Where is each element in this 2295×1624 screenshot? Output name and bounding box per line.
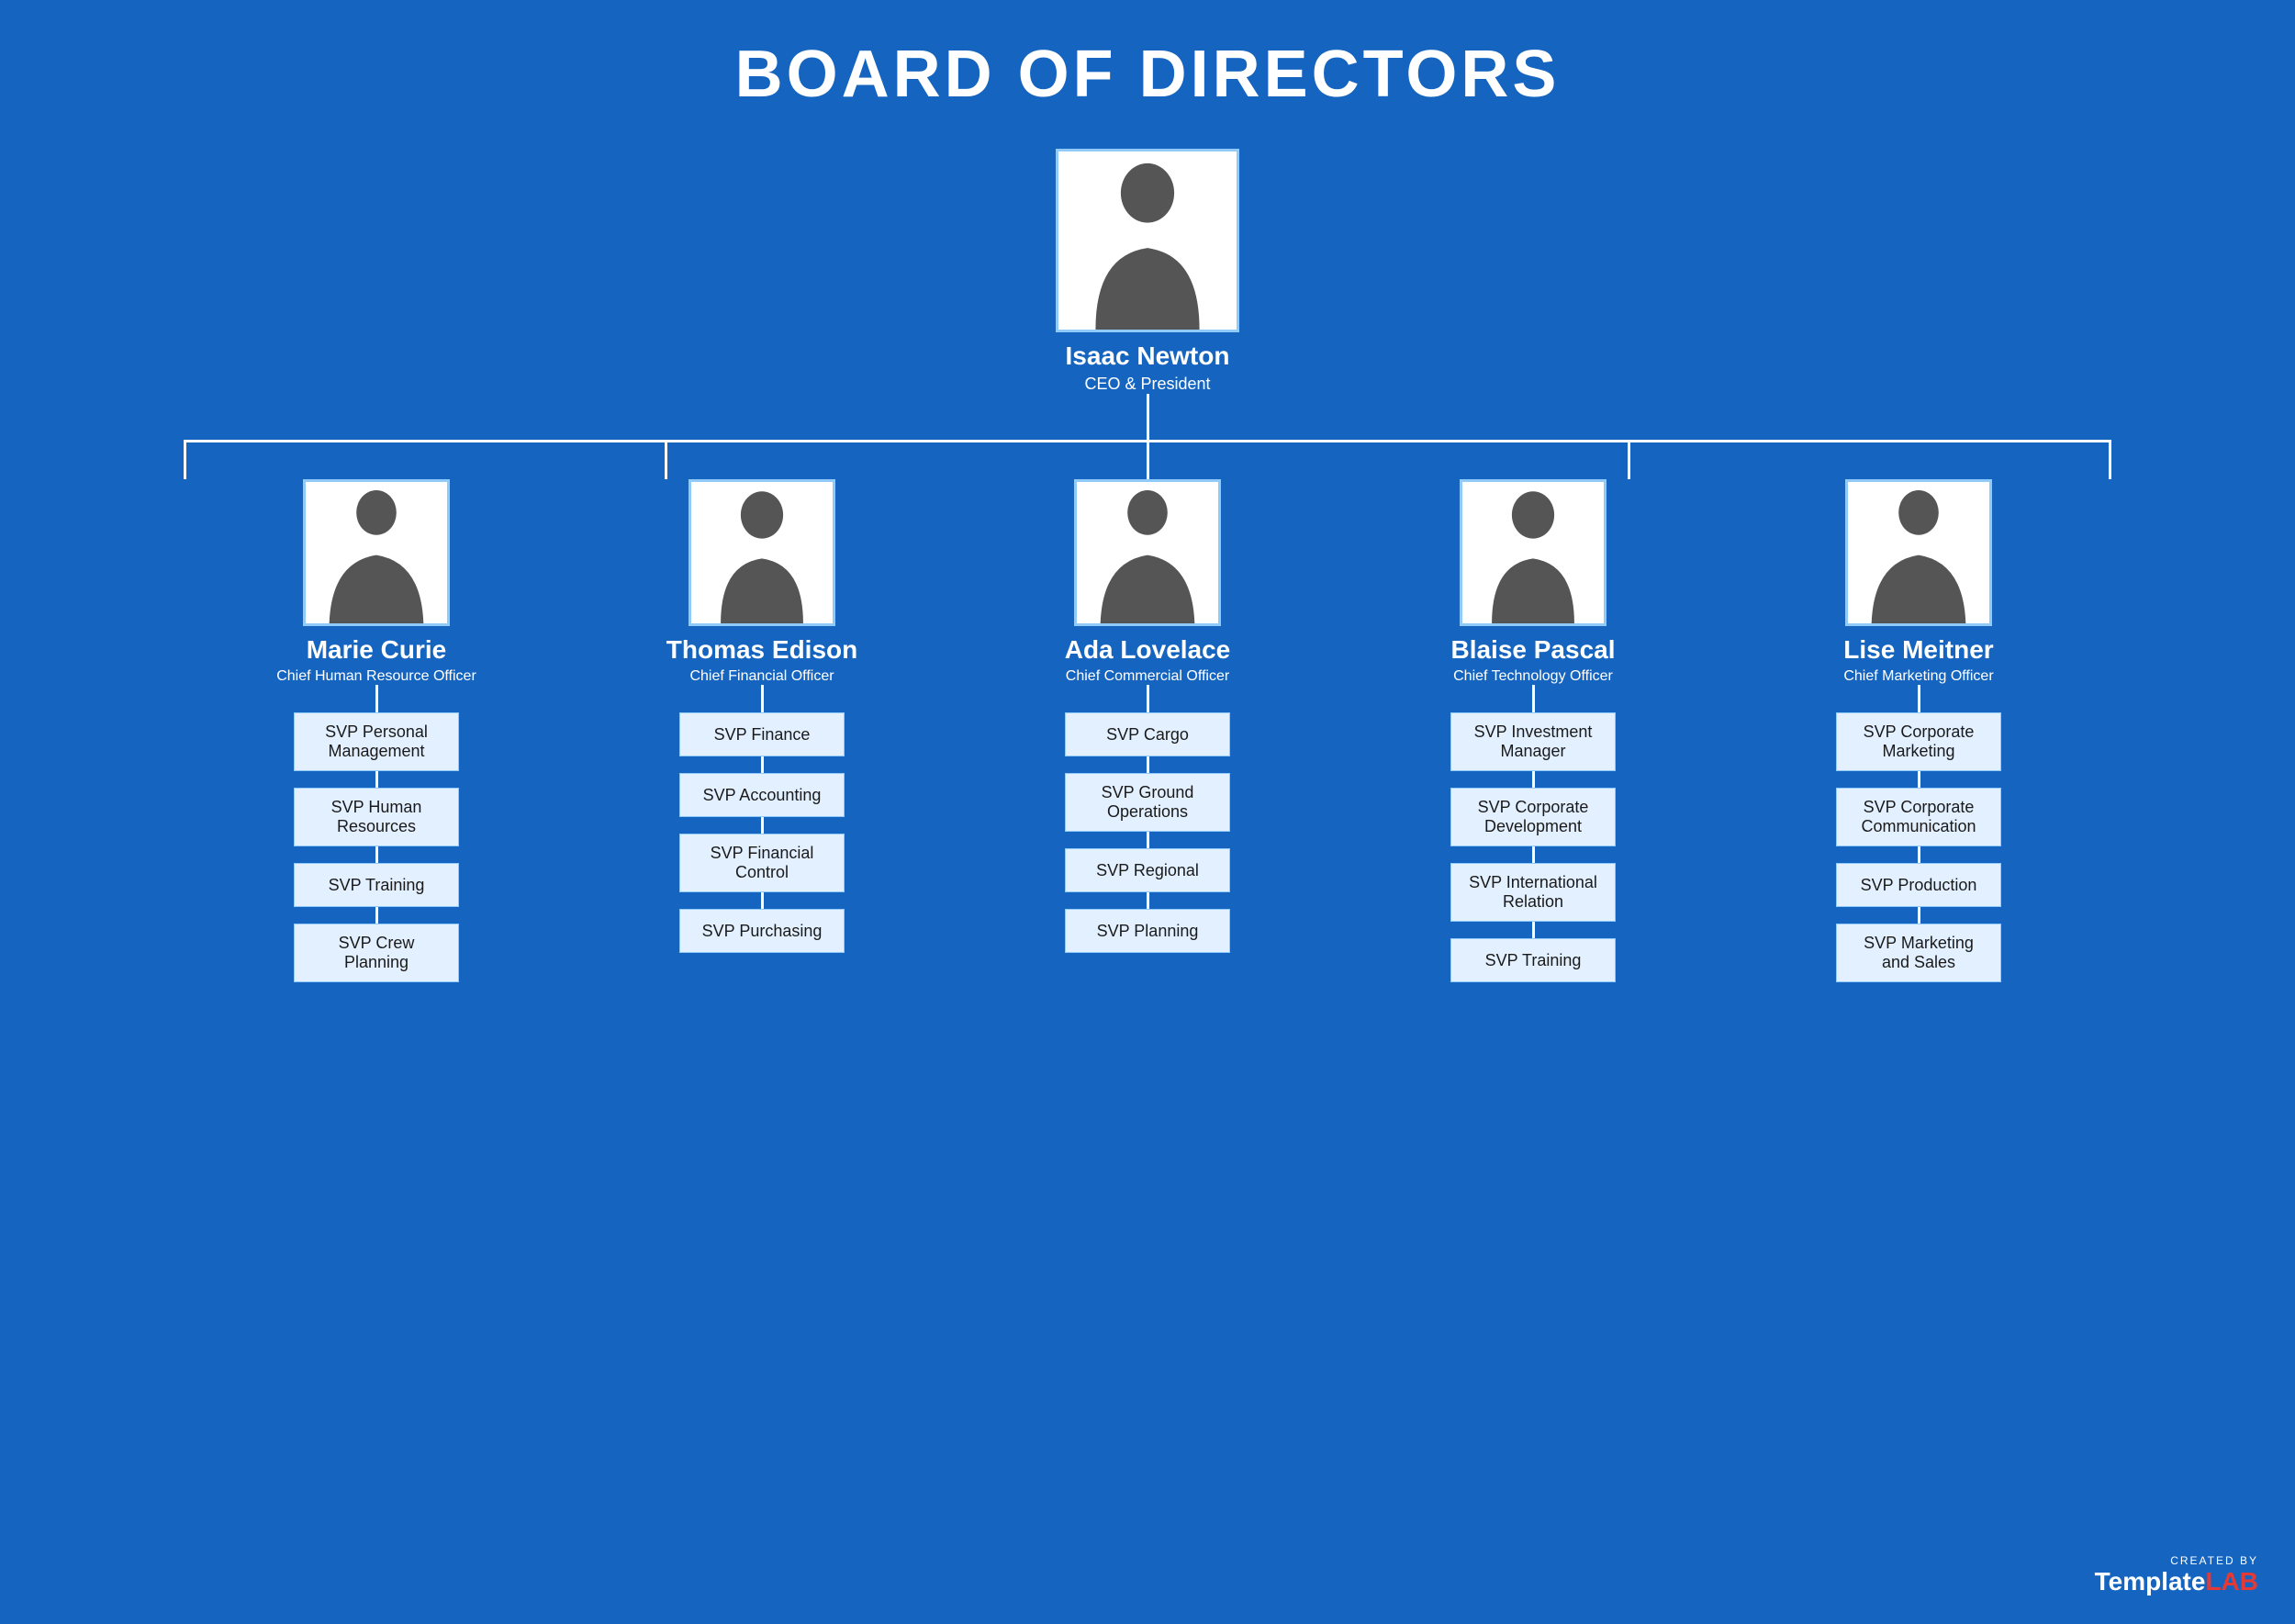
brand-created-by: CREATED BY [2170, 1554, 2258, 1567]
svp-item-1-1: SVP Accounting [679, 773, 845, 817]
exec-connector-4 [1918, 685, 1920, 712]
svp-item-1-2: SVP Financial Control [679, 834, 845, 892]
exec-avatar-icon-1 [691, 482, 833, 623]
svp-item-2-2: SVP Regional [1065, 848, 1230, 892]
exec-avatar-icon-0 [306, 482, 447, 623]
exec-card-2: Ada Lovelace Chief Commercial Officer [1065, 479, 1231, 685]
exec-title-3: Chief Technology Officer [1453, 668, 1613, 685]
exec-name-2: Ada Lovelace [1065, 635, 1231, 665]
svp-list-2: SVP Cargo SVP Ground Operations SVP Regi… [1065, 712, 1230, 953]
brand-watermark: CREATED BY TemplateLAB [2095, 1554, 2258, 1596]
exec-avatar-box-0 [303, 479, 450, 626]
exec-branch-thomas: Thomas Edison Chief Financial Officer SV… [569, 479, 955, 953]
svp-item-3-3: SVP Training [1450, 938, 1616, 982]
exec-avatar-box-1 [688, 479, 835, 626]
drop-5 [2109, 442, 2111, 479]
brand-lab: LAB [2205, 1567, 2258, 1596]
svp-list-4: SVP Corporate Marketing SVP Corporate Co… [1836, 712, 2001, 982]
svp-item-4-2: SVP Production [1836, 863, 2001, 907]
exec-card-4: Lise Meitner Chief Marketing Officer [1843, 479, 1993, 685]
ceo-avatar-icon [1058, 151, 1237, 330]
exec-branch-ada: Ada Lovelace Chief Commercial Officer SV… [955, 479, 1340, 953]
exec-avatar-box-3 [1460, 479, 1606, 626]
drop-1 [184, 442, 186, 479]
org-chart: Isaac Newton CEO & President [18, 149, 2277, 982]
svp-item-3-2: SVP International Relation [1450, 863, 1616, 922]
exec-card-3: Blaise Pascal Chief Technology Officer [1450, 479, 1615, 685]
svp-item-1-3: SVP Purchasing [679, 909, 845, 953]
exec-name-4: Lise Meitner [1843, 635, 1993, 665]
horizontal-connector-line [184, 440, 2111, 442]
exec-title-2: Chief Commercial Officer [1066, 668, 1229, 685]
exec-title-0: Chief Human Resource Officer [276, 668, 476, 685]
svp-item-0-2: SVP Training [294, 863, 459, 907]
exec-name-0: Marie Curie [307, 635, 447, 665]
exec-avatar-icon-4 [1848, 482, 1989, 623]
ceo-avatar-box [1056, 149, 1239, 332]
exec-title-4: Chief Marketing Officer [1843, 668, 1993, 685]
executives-row: Marie Curie Chief Human Resource Officer… [184, 479, 2111, 982]
svp-item-4-1: SVP Corporate Communication [1836, 788, 2001, 846]
svp-item-0-1: SVP Human Resources [294, 788, 459, 846]
ceo-name: Isaac Newton [1066, 342, 1230, 371]
svp-item-2-1: SVP Ground Operations [1065, 773, 1230, 832]
exec-name-3: Blaise Pascal [1450, 635, 1615, 665]
exec-branch-blaise: Blaise Pascal Chief Technology Officer S… [1340, 479, 1726, 982]
exec-avatar-icon-2 [1077, 482, 1218, 623]
brand-name: TemplateLAB [2095, 1567, 2258, 1596]
exec-card-0: Marie Curie Chief Human Resource Officer [276, 479, 476, 685]
exec-connector-0 [375, 685, 378, 712]
svp-item-2-3: SVP Planning [1065, 909, 1230, 953]
exec-avatar-box-4 [1845, 479, 1992, 626]
exec-connector-1 [761, 685, 764, 712]
svp-item-0-3: SVP Crew Planning [294, 924, 459, 982]
level2-drops [184, 442, 2111, 479]
exec-avatar-icon-3 [1462, 482, 1604, 623]
exec-connector-3 [1532, 685, 1535, 712]
exec-connector-2 [1147, 685, 1149, 712]
svp-item-4-3: SVP Marketing and Sales [1836, 924, 2001, 982]
svp-item-3-1: SVP Corporate Development [1450, 788, 1616, 846]
ceo-row: Isaac Newton CEO & President [1056, 149, 1239, 394]
exec-branch-lise: Lise Meitner Chief Marketing Officer SVP… [1726, 479, 2111, 982]
brand-template: Template [2095, 1567, 2206, 1596]
svp-list-3: SVP Investment Manager SVP Corporate Dev… [1450, 712, 1616, 982]
svp-item-4-0: SVP Corporate Marketing [1836, 712, 2001, 771]
exec-branch-marie: Marie Curie Chief Human Resource Officer… [184, 479, 569, 982]
exec-name-1: Thomas Edison [666, 635, 857, 665]
exec-title-1: Chief Financial Officer [689, 668, 834, 685]
exec-card-1: Thomas Edison Chief Financial Officer [666, 479, 857, 685]
svp-item-1-0: SVP Finance [679, 712, 845, 756]
ceo-connector-down [1147, 394, 1149, 440]
svp-item-2-0: SVP Cargo [1065, 712, 1230, 756]
drop-3 [1147, 442, 1149, 479]
ceo-card: Isaac Newton CEO & President [1056, 149, 1239, 394]
svp-list-1: SVP Finance SVP Accounting SVP Financial… [679, 712, 845, 953]
page-title: BOARD OF DIRECTORS [735, 37, 1561, 112]
drop-2 [665, 442, 667, 479]
drop-4 [1628, 442, 1630, 479]
exec-avatar-box-2 [1074, 479, 1221, 626]
svp-item-0-0: SVP Personal Management [294, 712, 459, 771]
ceo-title: CEO & President [1084, 375, 1210, 394]
svp-list-0: SVP Personal Management SVP Human Resour… [294, 712, 459, 982]
svp-item-3-0: SVP Investment Manager [1450, 712, 1616, 771]
